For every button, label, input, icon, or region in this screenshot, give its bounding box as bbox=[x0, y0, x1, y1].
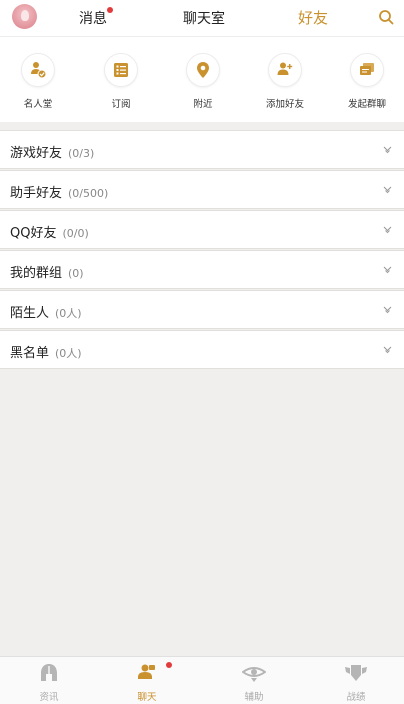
tab-friends[interactable]: 好友 bbox=[298, 7, 328, 28]
group-name: QQ好友 bbox=[10, 226, 57, 241]
subscribe-icon bbox=[114, 63, 128, 77]
top-bar: 消息 聊天室 好友 bbox=[0, 0, 404, 36]
group-count: (0/3) bbox=[68, 147, 95, 160]
group-name: 陌生人 bbox=[10, 306, 50, 321]
chevron-down-icon bbox=[383, 146, 392, 154]
add-friend-icon bbox=[277, 62, 293, 75]
action-group-chat[interactable]: 发起群聊 bbox=[332, 53, 402, 110]
record-shield-icon bbox=[345, 665, 367, 681]
avatar[interactable] bbox=[12, 4, 37, 29]
location-pin-icon bbox=[197, 62, 209, 78]
group-count: (0) bbox=[68, 267, 84, 280]
bottom-nav: 资讯 聊天 辅助 战绩 bbox=[0, 656, 404, 704]
group-row-game-friends[interactable]: 游戏好友 (0/3) bbox=[0, 130, 404, 169]
quick-actions: 名人堂 订阅 附近 添加好友 发起群聊 bbox=[0, 36, 404, 122]
chevron-down-icon bbox=[383, 226, 392, 234]
nav-assist[interactable]: 辅助 bbox=[224, 663, 284, 703]
friend-group-list: 游戏好友 (0/3) 助手好友 (0/500) QQ好友 (0/0) 我的群组 (0) … bbox=[0, 130, 404, 370]
group-row-my-groups[interactable]: 我的群组 (0) bbox=[0, 250, 404, 289]
group-row-qq-friends[interactable]: QQ好友 (0/0) bbox=[0, 210, 404, 249]
action-label: 添加好友 bbox=[265, 99, 304, 110]
chevron-down-icon bbox=[383, 346, 392, 354]
group-count: (0人) bbox=[55, 307, 82, 320]
group-name: 我的群组 bbox=[10, 266, 63, 281]
tab-chatroom[interactable]: 聊天室 bbox=[183, 8, 225, 28]
chevron-down-icon bbox=[383, 306, 392, 314]
action-nearby[interactable]: 附近 bbox=[168, 53, 238, 110]
chat-person-icon bbox=[138, 664, 155, 679]
nav-label: 资讯 bbox=[39, 692, 59, 703]
assist-eye-icon bbox=[241, 667, 267, 682]
chevron-down-icon bbox=[383, 186, 392, 194]
group-chat-icon bbox=[360, 63, 374, 75]
group-name: 黑名单 bbox=[10, 346, 50, 361]
group-count: (0/500) bbox=[68, 187, 109, 200]
chat-badge bbox=[166, 662, 172, 668]
search-icon[interactable] bbox=[378, 9, 394, 25]
nav-label: 辅助 bbox=[244, 692, 264, 703]
nav-record[interactable]: 战绩 bbox=[326, 663, 386, 703]
group-name: 游戏好友 bbox=[10, 146, 63, 161]
action-subscribe[interactable]: 订阅 bbox=[86, 53, 156, 110]
action-label: 发起群聊 bbox=[347, 99, 386, 110]
nav-news[interactable]: 资讯 bbox=[19, 663, 79, 703]
nav-label: 战绩 bbox=[346, 692, 366, 703]
nav-label: 聊天 bbox=[137, 692, 157, 703]
nav-chat[interactable]: 聊天 bbox=[117, 663, 177, 703]
group-count: (0/0) bbox=[62, 227, 89, 240]
group-row-assistant-friends[interactable]: 助手好友 (0/500) bbox=[0, 170, 404, 209]
group-count: (0人) bbox=[55, 347, 82, 360]
action-label: 附近 bbox=[193, 99, 213, 110]
news-helmet-icon bbox=[41, 664, 57, 681]
chevron-down-icon bbox=[383, 266, 392, 274]
group-row-blacklist[interactable]: 黑名单 (0人) bbox=[0, 330, 404, 369]
action-add-friend[interactable]: 添加好友 bbox=[250, 53, 320, 110]
group-row-strangers[interactable]: 陌生人 (0人) bbox=[0, 290, 404, 329]
action-label: 订阅 bbox=[111, 99, 131, 110]
messages-badge bbox=[107, 7, 113, 13]
action-hall-of-fame[interactable]: 名人堂 bbox=[3, 53, 73, 110]
hall-of-fame-icon bbox=[31, 62, 47, 79]
action-label: 名人堂 bbox=[23, 99, 53, 110]
group-name: 助手好友 bbox=[10, 186, 63, 201]
tab-messages[interactable]: 消息 bbox=[79, 8, 107, 28]
